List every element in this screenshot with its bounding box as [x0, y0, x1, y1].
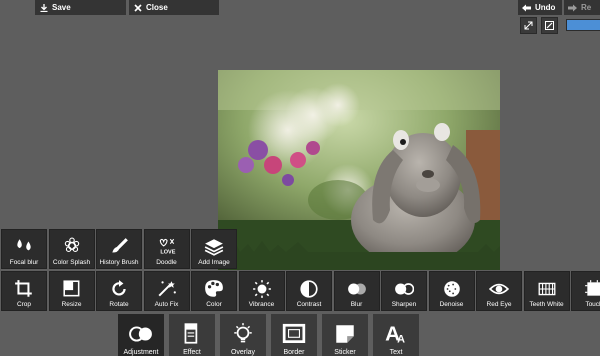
svg-text:A: A: [397, 334, 405, 346]
tool-auto-fix[interactable]: Auto Fix: [143, 271, 190, 311]
category-adjustment[interactable]: Adjustment: [118, 314, 164, 356]
eye-icon: [489, 283, 509, 295]
save-button[interactable]: Save: [35, 0, 126, 15]
close-label: Close: [146, 3, 168, 12]
category-label: Adjustment: [123, 349, 159, 356]
teeth-icon: [538, 282, 555, 296]
tool-label: Crop: [16, 301, 32, 308]
redo-label: Re: [581, 3, 592, 12]
tool-label: Touch: [585, 301, 600, 308]
rabbit-photo: [218, 70, 500, 270]
category-label: Sticker: [334, 349, 356, 356]
contrast-icon: [300, 280, 318, 298]
svg-text:LOVE: LOVE: [160, 250, 175, 256]
fullscreen-button[interactable]: [520, 17, 537, 34]
tool-denoise[interactable]: Denoise: [428, 271, 475, 311]
tool-label: Resize: [61, 301, 82, 308]
close-button[interactable]: Close: [129, 0, 219, 15]
category-label: Overlay: [230, 349, 256, 356]
edit-icon: [545, 21, 554, 30]
blur-icon: [347, 283, 366, 295]
close-icon: [133, 3, 142, 12]
sharpen-icon: [395, 283, 414, 295]
progress-bar: [566, 19, 600, 31]
tool-label: Contrast: [296, 301, 322, 308]
progress-fill: [567, 20, 600, 30]
save-icon: [39, 3, 48, 12]
tool-focal-blur[interactable]: Focal blur: [1, 229, 47, 269]
tool-label: Doodle: [156, 259, 177, 266]
overlay-icon: [234, 323, 252, 343]
tool-contrast[interactable]: Contrast: [286, 271, 332, 311]
tool-teeth-white[interactable]: Teeth White: [523, 271, 570, 311]
sticker-icon: [336, 325, 354, 343]
rotate-icon: [112, 280, 126, 296]
redo-arrow-icon: [568, 3, 577, 12]
tool-blur[interactable]: Blur: [333, 271, 380, 311]
tool-resize[interactable]: Resize: [48, 271, 95, 311]
touch-icon: [585, 280, 600, 296]
tool-vibrance[interactable]: Vibrance: [238, 271, 285, 311]
undo-arrow-icon: [522, 3, 531, 12]
tool-add-image[interactable]: Add Image: [191, 229, 237, 269]
tool-label: History Brush: [99, 259, 139, 266]
tool-label: Blur: [350, 301, 363, 308]
tool-rotate[interactable]: Rotate: [96, 271, 142, 311]
border-icon: [282, 323, 306, 343]
tool-label: Auto Fix: [154, 301, 179, 308]
doodle-icon: LOVE: [159, 238, 175, 256]
category-label: Border: [283, 349, 305, 356]
resize-icon: [62, 280, 79, 297]
tool-sharpen[interactable]: Sharpen: [381, 271, 427, 311]
tool-color[interactable]: Color: [191, 271, 237, 311]
category-effect[interactable]: Effect: [169, 314, 215, 356]
category-border[interactable]: Border: [271, 314, 317, 356]
denoise-icon: [443, 281, 460, 297]
color-splash-icon: [64, 237, 79, 252]
save-label: Save: [52, 3, 71, 12]
category-label: Text: [389, 349, 403, 356]
tool-label: Rotate: [109, 301, 129, 308]
expand-icon: [524, 21, 533, 30]
tool-label: Color Splash: [52, 259, 91, 266]
auto-fix-icon: [158, 281, 176, 297]
tool-label: Color: [206, 301, 222, 308]
tool-touch[interactable]: Touch: [571, 271, 600, 311]
sun-icon: [252, 280, 271, 298]
history-brush-icon: [112, 238, 128, 253]
adjustment-icon: [129, 326, 152, 342]
tool-label: Sharpen: [391, 301, 417, 308]
undo-label: Undo: [535, 3, 556, 12]
tool-label: Denoise: [439, 301, 464, 308]
effect-icon: [184, 323, 198, 344]
tool-history-brush[interactable]: History Brush: [96, 229, 142, 269]
tool-label: Red Eye: [486, 301, 512, 308]
tool-label: Vibrance: [248, 301, 275, 308]
palette-icon: [205, 280, 223, 297]
category-sticker[interactable]: Sticker: [322, 314, 368, 356]
category-text[interactable]: A A Text: [373, 314, 419, 356]
tool-color-splash[interactable]: Color Splash: [48, 229, 95, 269]
tool-red-eye[interactable]: Red Eye: [476, 271, 522, 311]
add-image-icon: [204, 239, 224, 256]
tool-crop[interactable]: Crop: [1, 271, 47, 311]
text-icon: AA: [385, 323, 405, 346]
category-label: Effect: [183, 349, 201, 356]
crop-icon: [15, 280, 32, 297]
tool-label: Teeth White: [529, 301, 564, 308]
photo-canvas[interactable]: [218, 70, 500, 270]
tool-label: Add Image: [198, 259, 230, 266]
focal-blur-icon: [17, 239, 31, 251]
edit-button[interactable]: [541, 17, 558, 34]
tool-label: Focal blur: [9, 259, 39, 266]
redo-button[interactable]: Re: [564, 0, 600, 15]
undo-button[interactable]: Undo: [518, 0, 562, 15]
category-overlay[interactable]: Overlay: [220, 314, 266, 356]
tool-doodle[interactable]: LOVE Doodle: [143, 229, 190, 269]
